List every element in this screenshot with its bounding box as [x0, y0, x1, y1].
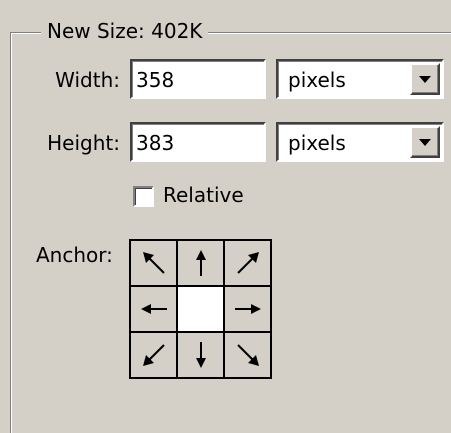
anchor-top-right-button[interactable] [223, 239, 272, 287]
anchor-top-button[interactable] [176, 239, 225, 287]
arrow-down-icon [195, 342, 206, 368]
arrow-up-left-icon [142, 252, 165, 274]
anchor-right-button[interactable] [223, 285, 272, 333]
height-unit-value: pixels [288, 131, 346, 155]
group-title: New Size: 402K [41, 16, 209, 46]
anchor-left-button[interactable] [129, 285, 178, 333]
relative-checkbox[interactable] [133, 186, 154, 207]
arrow-down-left-icon [142, 344, 165, 366]
height-unit-select[interactable]: pixels [276, 122, 444, 162]
arrow-left-icon [140, 304, 167, 314]
width-unit-value: pixels [288, 68, 346, 92]
arrow-right-icon [234, 304, 261, 314]
anchor-bottom-right-button[interactable] [223, 331, 272, 379]
width-label: Width: [55, 68, 120, 92]
anchor-center-button[interactable] [176, 285, 225, 333]
arrow-down-right-icon [236, 344, 259, 366]
arrow-up-icon [195, 250, 206, 276]
anchor-bottom-left-button[interactable] [129, 331, 178, 379]
anchor-top-left-button[interactable] [129, 239, 178, 287]
anchor-grid [129, 239, 272, 379]
width-unit-dropdown-button[interactable] [410, 63, 440, 95]
height-label: Height: [47, 131, 120, 155]
anchor-label: Anchor: [36, 243, 113, 267]
width-input[interactable] [130, 59, 266, 99]
height-input[interactable] [130, 122, 266, 162]
arrow-up-right-icon [236, 252, 259, 274]
height-unit-dropdown-button[interactable] [410, 126, 440, 158]
anchor-bottom-button[interactable] [176, 331, 225, 379]
relative-label[interactable]: Relative [163, 180, 244, 210]
width-unit-select[interactable]: pixels [276, 59, 444, 99]
